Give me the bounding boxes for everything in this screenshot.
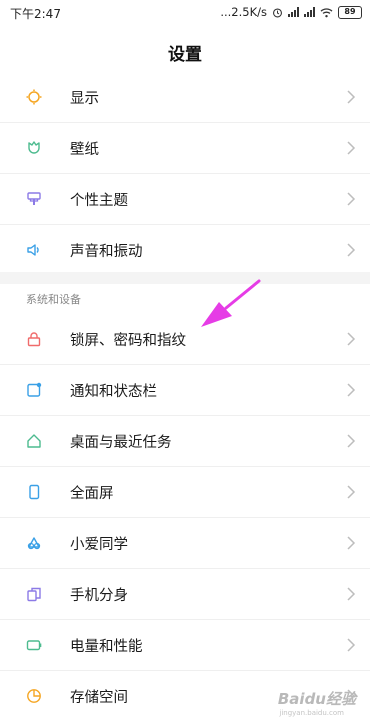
watermark-logo: Baidu经验 [277, 690, 356, 708]
annotation-arrow [201, 279, 261, 327]
watermark-url: jingyan.baidu.com [279, 709, 344, 717]
